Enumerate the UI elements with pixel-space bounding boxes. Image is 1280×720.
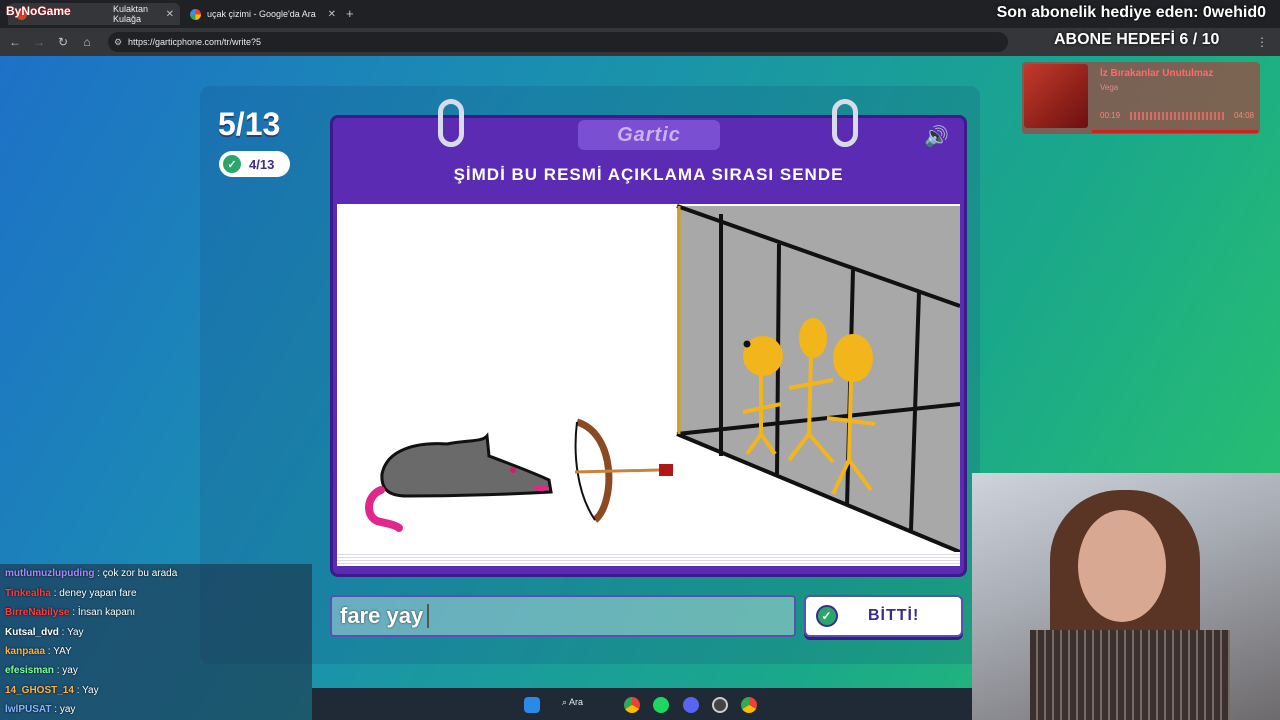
drawing-canvas (337, 204, 961, 554)
chat-message: efesisman : yay (5, 665, 78, 676)
tab-google-search[interactable]: uçak çizimi - Google'da Ara ✕ (182, 3, 342, 25)
sound-icon[interactable]: 🔊 (924, 124, 949, 149)
url-text: https://garticphone.com/tr/write?5 (128, 37, 262, 47)
webcam-person-shirt (1030, 630, 1230, 720)
text-caret (427, 604, 430, 628)
forward-icon[interactable]: → (32, 35, 46, 49)
bow-arrow-drawing (574, 418, 673, 523)
done-count-text: 4/13 (249, 156, 275, 172)
chat-message: mutlumuzlupuding : çok zor bu arada (5, 568, 178, 579)
now-playing-widget: İz Bırakanlar Unutulmaz Vega 00:19 04:08 (1022, 62, 1260, 134)
spotify-icon[interactable] (653, 697, 669, 713)
song-elapsed: 00:19 (1100, 111, 1121, 120)
song-total: 04:08 (1233, 111, 1254, 120)
chat-message: BirreNabilyse : İnsan kapanı (5, 607, 136, 618)
menu-icon[interactable]: ⋮ (1256, 35, 1268, 49)
prompt-text: ŞİMDİ BU RESMİ AÇIKLAMA SIRASI SENDE (453, 165, 844, 184)
binder-ring-right (832, 99, 858, 147)
done-count-badge: ✓ 4/13 (219, 151, 290, 177)
sub-goal-overlay: ABONE HEDEFİ 6 / 10 (1054, 31, 1220, 48)
google-icon (190, 8, 201, 20)
tab-label: Kulaktan Kulağa (113, 4, 149, 24)
webcam-person-face (1078, 510, 1166, 622)
drawing-image (365, 204, 961, 554)
stream-brand-logo: ByNoGame (6, 4, 71, 18)
chat-message: Kutsal_dvd : Yay (5, 627, 84, 638)
chat-message: kanpaaa : YAY (5, 646, 72, 657)
rat-drawing (365, 432, 553, 532)
close-icon[interactable]: ✕ (328, 9, 336, 20)
waveform (1130, 112, 1226, 120)
chat-overlay: mutlumuzlupuding : çok zor bu arada Tink… (0, 564, 312, 720)
gartic-logo: Gartic (578, 120, 720, 150)
taskbar-search-label: Ara (569, 697, 584, 707)
tab-label: uçak çizimi - Google'da Ara (207, 9, 316, 19)
chat-message: Tinkealha : deney yapan fare (5, 588, 137, 599)
site-info-icon[interactable]: ⚙ (114, 37, 122, 48)
done-button-label: BİTTİ! (868, 607, 920, 624)
close-icon[interactable]: ✕ (166, 9, 174, 20)
answer-input[interactable]: fare yay (330, 595, 796, 637)
obs-icon[interactable] (712, 697, 728, 713)
os-taskbar (312, 688, 972, 720)
song-title: İz Bırakanlar Unutulmaz (1100, 68, 1214, 79)
answer-value: fare yay (340, 603, 424, 628)
chrome-icon[interactable] (624, 697, 640, 713)
taskbar-search[interactable]: ⌕ Ara (562, 697, 583, 708)
new-tab-icon[interactable]: + (346, 6, 354, 21)
back-icon[interactable]: ← (8, 35, 22, 49)
sub-gift-overlay: Son abonelik hediye eden: 0wehid0 (996, 4, 1266, 21)
discord-icon[interactable] (683, 697, 699, 713)
home-icon[interactable]: ⌂ (80, 35, 94, 49)
progress-bar (1092, 130, 1258, 133)
chat-message: lwlPUSAT : yay (5, 704, 76, 715)
url-bar[interactable]: ⚙ https://garticphone.com/tr/write?5 (108, 32, 1008, 52)
windows-start-icon[interactable] (524, 697, 540, 713)
check-icon: ✓ (816, 605, 838, 627)
album-art (1024, 64, 1088, 128)
song-artist: Vega (1100, 83, 1119, 92)
chat-message: 14_GHOST_14 : Yay (5, 685, 99, 696)
notebook-page-edge (337, 552, 960, 566)
chrome-active-icon[interactable] (741, 697, 757, 713)
round-counter: 5/13 (218, 106, 281, 142)
reload-icon[interactable]: ↻ (56, 35, 70, 49)
check-icon: ✓ (223, 155, 241, 173)
done-button[interactable]: ✓ BİTTİ! (804, 595, 963, 637)
binder-ring-left (438, 99, 464, 147)
